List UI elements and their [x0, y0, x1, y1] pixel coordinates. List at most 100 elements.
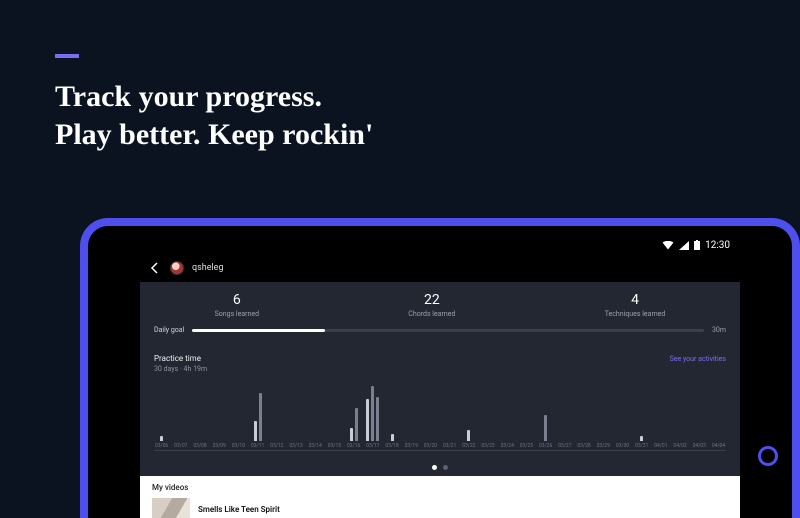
daily-goal-progress: [192, 329, 704, 332]
chart-day: 03/16: [346, 375, 361, 450]
chart-bar: [366, 399, 369, 441]
chart-x-label: 04/04: [712, 443, 725, 450]
chart-bar: [355, 408, 358, 441]
chart-day: 03/14: [308, 375, 323, 450]
pager-dot[interactable]: [432, 465, 437, 470]
cell-signal-icon: [679, 241, 689, 250]
chart-x-label: 03/24: [501, 443, 514, 450]
chart-x-label: 03/27: [558, 443, 571, 450]
daily-goal-fill: [192, 329, 325, 332]
stat-value: 22: [408, 292, 455, 308]
chart-bar: [544, 415, 547, 441]
chart-x-label: 03/16: [347, 443, 360, 450]
chart-x-label: 04/03: [693, 443, 706, 450]
chart-day: 03/24: [500, 375, 515, 450]
video-list-item[interactable]: Smells Like Teen Spirit: [152, 498, 728, 518]
tablet-frame: 12:30 qsheleg 6 Songs learned 22 Chords …: [80, 218, 800, 518]
chart-x-label: 03/06: [155, 443, 168, 450]
chart-bar: [640, 436, 643, 442]
chart-x-label: 03/25: [520, 443, 533, 450]
chart-bar: [160, 436, 163, 442]
practice-title: Practice time: [154, 354, 201, 363]
headline-line-1: Track your progress.: [55, 78, 373, 116]
chart-day: 03/11: [250, 375, 265, 450]
chart-pager[interactable]: [140, 459, 740, 476]
practice-panel: Practice time See your activities 30 day…: [140, 346, 740, 459]
chart-day: 03/25: [519, 375, 534, 450]
chart-x-label: 03/19: [405, 443, 418, 450]
stat-songs: 6 Songs learned: [215, 292, 259, 318]
stat-value: 4: [605, 292, 666, 308]
chart-x-label: 03/29: [597, 443, 610, 450]
chart-day: 03/21: [442, 375, 457, 450]
see-activities-link[interactable]: See your activities: [670, 355, 726, 363]
my-videos-heading: My videos: [152, 483, 728, 492]
app-header: qsheleg: [140, 254, 740, 282]
practice-chart: 03/0603/0703/0803/0903/1003/1103/1203/13…: [154, 379, 726, 451]
username-label: qsheleg: [192, 263, 224, 273]
chart-day: 03/08: [192, 375, 207, 450]
chart-day: 03/09: [212, 375, 227, 450]
back-button[interactable]: [148, 261, 162, 275]
my-videos-panel: My videos Smells Like Teen Spirit: [140, 476, 740, 518]
stat-label: Chords learned: [408, 310, 455, 318]
chart-day: 03/06: [154, 375, 169, 450]
user-avatar[interactable]: [170, 261, 184, 275]
chart-x-label: 03/15: [328, 443, 341, 450]
video-thumbnail: [152, 498, 190, 518]
chart-day: 03/17: [365, 375, 380, 450]
profile-scroll-area[interactable]: 6 Songs learned 22 Chords learned 4 Tech…: [140, 282, 740, 518]
daily-goal-label: Daily goal: [154, 326, 184, 334]
chart-x-label: 03/10: [232, 443, 245, 450]
chart-x-label: 03/21: [443, 443, 456, 450]
stat-label: Techniques learned: [605, 310, 666, 318]
chart-x-label: 03/08: [193, 443, 206, 450]
chart-day: 03/10: [231, 375, 246, 450]
stat-chords: 22 Chords learned: [408, 292, 455, 318]
chart-day: 03/27: [557, 375, 572, 450]
chart-day: 03/23: [480, 375, 495, 450]
chart-day: 03/13: [288, 375, 303, 450]
chart-day: 03/20: [423, 375, 438, 450]
chart-day: 03/31: [634, 375, 649, 450]
chart-day: 03/19: [404, 375, 419, 450]
stat-techniques: 4 Techniques learned: [605, 292, 666, 318]
chart-x-label: 03/30: [616, 443, 629, 450]
battery-icon: [694, 240, 700, 250]
chart-day: 03/15: [327, 375, 342, 450]
pager-dot[interactable]: [443, 465, 448, 470]
stat-value: 6: [215, 292, 259, 308]
chart-x-label: 03/07: [174, 443, 187, 450]
wifi-icon: [662, 241, 674, 250]
chart-x-label: 03/17: [366, 443, 379, 450]
accent-bar: [55, 54, 79, 58]
chart-bar: [259, 393, 262, 441]
chart-day: 04/04: [711, 375, 726, 450]
chart-day: 03/28: [576, 375, 591, 450]
practice-subtitle: 30 days · 4h 19m: [154, 365, 726, 373]
status-time: 12:30: [705, 240, 730, 251]
chart-x-label: 03/13: [289, 443, 302, 450]
chart-x-label: 03/23: [481, 443, 494, 450]
chart-day: 04/01: [653, 375, 668, 450]
chart-x-label: 03/26: [539, 443, 552, 450]
chart-bar: [254, 421, 257, 441]
chart-x-label: 03/31: [635, 443, 648, 450]
chart-x-label: 03/14: [309, 443, 322, 450]
chart-bar: [350, 428, 353, 441]
chart-bar: [371, 386, 374, 441]
daily-goal-row: Daily goal 30m: [140, 326, 740, 334]
daily-goal-value: 30m: [712, 326, 726, 334]
chart-x-label: 03/22: [462, 443, 475, 450]
chart-x-label: 03/11: [251, 443, 264, 450]
chart-x-label: 04/02: [673, 443, 686, 450]
video-title: Smells Like Teen Spirit: [198, 505, 280, 514]
tablet-home-button[interactable]: [758, 446, 778, 466]
chart-day: 04/02: [672, 375, 687, 450]
chart-x-label: 03/09: [213, 443, 226, 450]
chart-day: 03/07: [173, 375, 188, 450]
chart-bar: [376, 397, 379, 441]
chart-x-label: 04/01: [654, 443, 667, 450]
chart-day: 03/30: [615, 375, 630, 450]
chart-x-label: 03/20: [424, 443, 437, 450]
